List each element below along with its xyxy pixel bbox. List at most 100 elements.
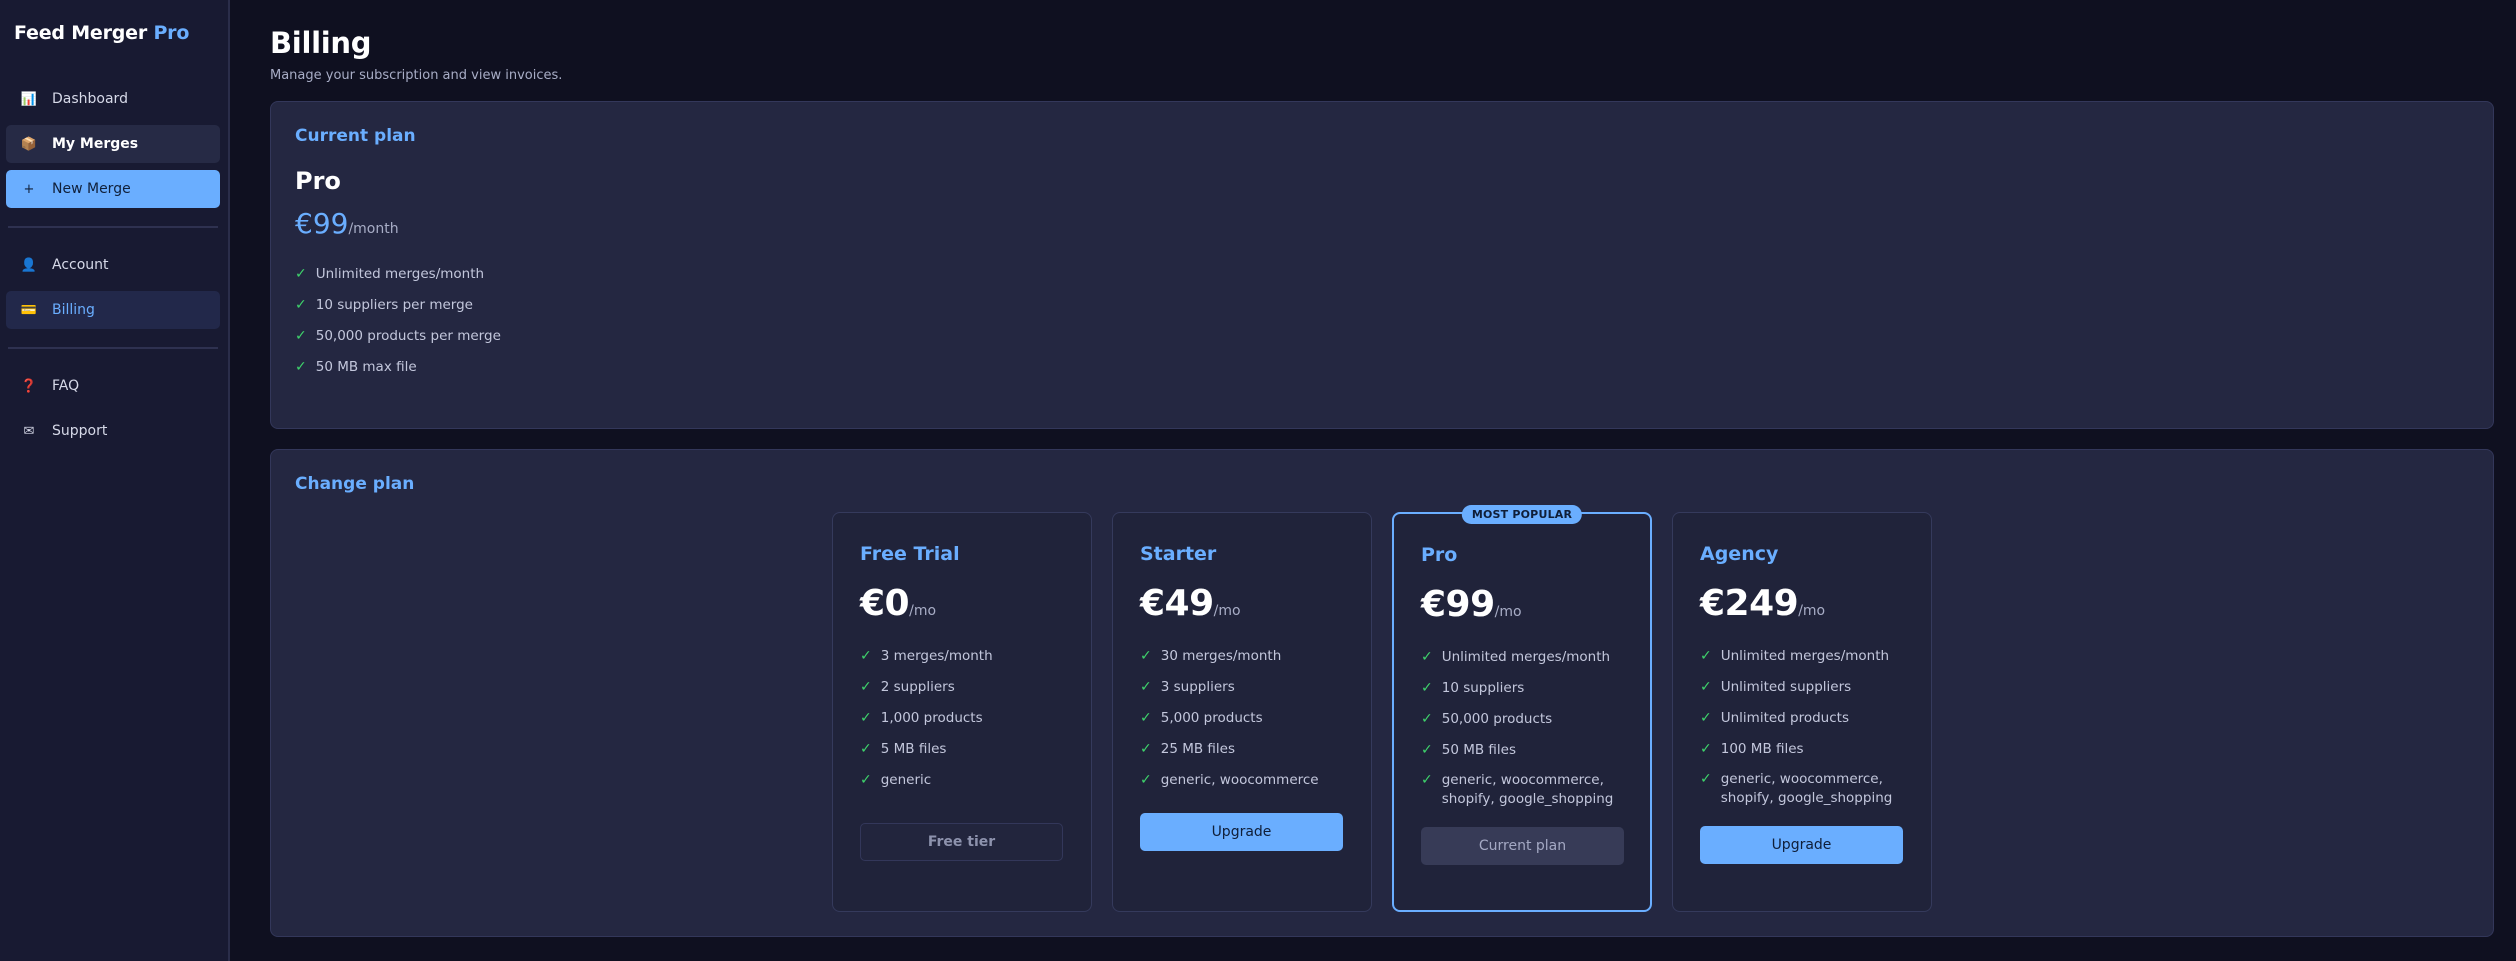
feature-text: 3 suppliers (1160, 678, 1235, 695)
price-amount: €249 (1700, 583, 1799, 624)
feature-item: ✓ 10 suppliers (1421, 672, 1623, 703)
check-icon: ✓ (1700, 740, 1712, 757)
feature-text: 5 MB files (880, 740, 947, 757)
current-plan-button: Current plan (1421, 827, 1624, 865)
sidebar-item-label: Account (52, 257, 109, 273)
brand-accent: Pro (153, 22, 190, 44)
feature-item: ✓ generic, woocommerce (1140, 764, 1344, 795)
user-icon: 👤 (20, 257, 38, 273)
page-title: Billing (270, 26, 372, 60)
check-icon: ✓ (295, 265, 307, 282)
feature-item: ✓ 2 suppliers (860, 671, 1064, 702)
feature-text: 10 suppliers per merge (315, 296, 473, 313)
sidebar-item-faq[interactable]: ❓ FAQ (6, 367, 220, 405)
feature-item: ✓ Unlimited products (1700, 702, 1904, 733)
package-icon: 📦 (20, 136, 38, 152)
question-icon: ❓ (20, 378, 38, 394)
plan-cards: Free Trial €0/mo ✓ 3 merges/month ✓ 2 supp… (832, 505, 1952, 912)
main-content: Billing Manage your subscription and vie… (230, 0, 2516, 961)
check-icon: ✓ (1700, 709, 1712, 726)
feature-item: ✓ 3 merges/month (860, 640, 1064, 671)
sidebar-item-my-merges[interactable]: 📦 My Merges (6, 125, 220, 163)
check-icon: ✓ (1421, 710, 1433, 727)
check-icon: ✓ (1140, 709, 1152, 726)
sidebar-item-billing[interactable]: 💳 Billing (6, 291, 220, 329)
check-icon: ✓ (1140, 771, 1152, 788)
sidebar-divider (8, 347, 218, 349)
feature-item: ✓ generic, woocommerce, shopify, google_s… (1700, 764, 1904, 808)
upgrade-button-agency[interactable]: Upgrade (1700, 826, 1903, 864)
plan-features: ✓ Unlimited merges/month ✓ Unlimited suppl… (1700, 640, 1904, 808)
check-icon: ✓ (1700, 647, 1712, 664)
current-plan-features: ✓ Unlimited merges/month ✓ 10 suppliers pe… (295, 258, 2469, 382)
feature-text: generic, woocommerce (1160, 771, 1319, 788)
feature-item: ✓ Unlimited merges/month (1700, 640, 1904, 671)
free-tier-button: Free tier (860, 823, 1063, 861)
plan-card-free-trial: Free Trial €0/mo ✓ 3 merges/month ✓ 2 supp… (832, 512, 1092, 912)
feature-item: ✓ 50,000 products per merge (295, 320, 2469, 351)
feature-text: 1,000 products (880, 709, 983, 726)
feature-text: Unlimited merges/month (1441, 648, 1611, 665)
plan-features: ✓ 30 merges/month ✓ 3 suppliers ✓ 5,000 pro… (1140, 640, 1344, 795)
plan-card-pro: MOST POPULAR Pro €99/mo ✓ Unlimited merge… (1392, 505, 1652, 912)
brand-logo[interactable]: Feed Merger Pro (6, 22, 220, 44)
feature-item: ✓ 10 suppliers per merge (295, 289, 2469, 320)
feature-item: ✓ generic, woocommerce, shopify, google_s… (1421, 765, 1623, 809)
sidebar: Feed Merger Pro 📊 Dashboard 📦 My Merges … (0, 0, 230, 961)
feature-text: Unlimited merges/month (315, 265, 485, 282)
check-icon: ✓ (1140, 647, 1152, 664)
feature-item: ✓ 25 MB files (1140, 733, 1344, 764)
feature-text: generic (880, 771, 932, 788)
check-icon: ✓ (860, 740, 872, 757)
sidebar-item-label: Dashboard (52, 91, 128, 107)
check-icon: ✓ (1421, 648, 1433, 665)
price-period: /mo (1213, 603, 1241, 619)
plan-features: ✓ Unlimited merges/month ✓ 10 suppliers ✓ 5… (1421, 641, 1623, 809)
plan-price: €49/mo (1140, 583, 1344, 624)
feature-text: 50 MB max file (315, 358, 417, 375)
page-subtitle: Manage your subscription and view invoic… (270, 68, 563, 83)
feature-text: Unlimited suppliers (1720, 678, 1852, 695)
check-icon: ✓ (860, 771, 872, 788)
sidebar-item-support[interactable]: ✉ Support (6, 412, 220, 450)
check-icon: ✓ (295, 358, 307, 375)
sidebar-item-account[interactable]: 👤 Account (6, 246, 220, 284)
feature-item: ✓ 50,000 products (1421, 703, 1623, 734)
feature-text: 50 MB files (1441, 741, 1516, 758)
plan-name: Pro (1421, 544, 1458, 566)
upgrade-button-starter[interactable]: Upgrade (1140, 813, 1343, 851)
sidebar-item-label: FAQ (52, 378, 80, 394)
price-period: /month (348, 221, 399, 237)
new-merge-button[interactable]: + New Merge (6, 170, 220, 208)
feature-text: 10 suppliers (1441, 679, 1525, 696)
plan-name: Free Trial (860, 543, 960, 565)
plus-icon: + (23, 181, 35, 197)
check-icon: ✓ (1421, 741, 1433, 758)
feature-text: 50,000 products (1441, 710, 1553, 727)
check-icon: ✓ (1421, 679, 1433, 696)
plan-features: ✓ 3 merges/month ✓ 2 suppliers ✓ 1,000 prod… (860, 640, 1064, 795)
check-icon: ✓ (860, 647, 872, 664)
feature-item: ✓ Unlimited suppliers (1700, 671, 1904, 702)
sidebar-item-label: My Merges (52, 136, 139, 152)
price-amount: €49 (1140, 583, 1214, 624)
feature-text: generic, woocommerce, shopify, google_sh… (1441, 772, 1614, 807)
feature-item: ✓ generic (860, 764, 1064, 795)
check-icon: ✓ (295, 296, 307, 313)
check-icon: ✓ (1140, 740, 1152, 757)
feature-item: ✓ 50 MB files (1421, 734, 1623, 765)
sidebar-item-label: New Merge (52, 181, 131, 197)
feature-item: ✓ 30 merges/month (1140, 640, 1344, 671)
feature-text: Unlimited products (1720, 709, 1849, 726)
feature-item: ✓ 50 MB max file (295, 351, 2469, 382)
check-icon: ✓ (1700, 678, 1712, 695)
price-period: /mo (1798, 603, 1826, 619)
price-amount: €99 (295, 207, 349, 240)
feature-text: Unlimited merges/month (1720, 647, 1890, 664)
price-amount: €0 (860, 583, 910, 624)
price-amount: €99 (1421, 584, 1495, 625)
brand-name: Feed Merger (14, 22, 148, 44)
current-plan-price: €99/month (295, 207, 2469, 240)
sidebar-item-dashboard[interactable]: 📊 Dashboard (6, 80, 220, 118)
check-icon: ✓ (1700, 771, 1712, 787)
